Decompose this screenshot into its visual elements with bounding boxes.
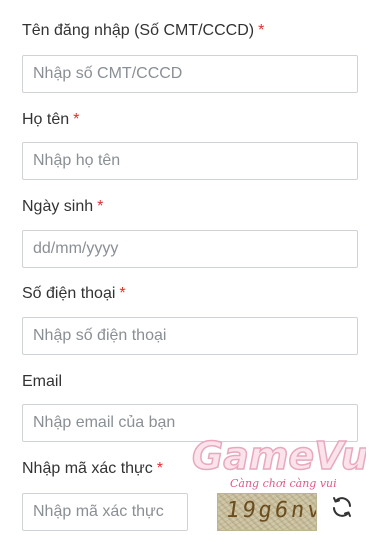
fullname-label: Họ tên * (22, 111, 79, 129)
required-mark: * (73, 111, 80, 128)
birthday-label-text: Ngày sinh (22, 198, 94, 215)
required-mark: * (156, 460, 163, 477)
registration-form: Tên đăng nhập (Số CMT/CCCD)* Họ tên* Ngà… (0, 0, 380, 535)
email-input[interactable] (22, 404, 358, 442)
required-mark: * (97, 198, 104, 215)
email-label-text: Email (22, 373, 63, 390)
phone-label-text: Số điện thoại (22, 285, 116, 302)
required-mark: * (258, 22, 265, 39)
birthday-input[interactable] (22, 230, 358, 268)
captcha-label-text: Nhập mã xác thực (22, 460, 153, 477)
required-mark: * (119, 285, 126, 302)
fullname-input[interactable] (22, 142, 358, 180)
svg-text:Càng chơi càng vui: Càng chơi càng vui (230, 477, 337, 490)
captcha-input[interactable] (22, 493, 188, 531)
refresh-icon[interactable] (330, 495, 354, 519)
fullname-label-text: Họ tên (22, 111, 70, 128)
captcha-code: 19g6nv (224, 498, 317, 523)
email-label: Email (22, 373, 62, 391)
captcha-image: 19g6nv (217, 493, 317, 531)
username-label-text: Tên đăng nhập (Số CMT/CCCD) (22, 22, 255, 39)
username-input[interactable] (22, 55, 358, 93)
username-label: Tên đăng nhập (Số CMT/CCCD) * (22, 22, 264, 40)
phone-input[interactable] (22, 317, 358, 355)
birthday-label: Ngày sinh * (22, 198, 103, 216)
phone-label: Số điện thoại * (22, 285, 126, 303)
captcha-label: Nhập mã xác thực * (22, 460, 163, 478)
